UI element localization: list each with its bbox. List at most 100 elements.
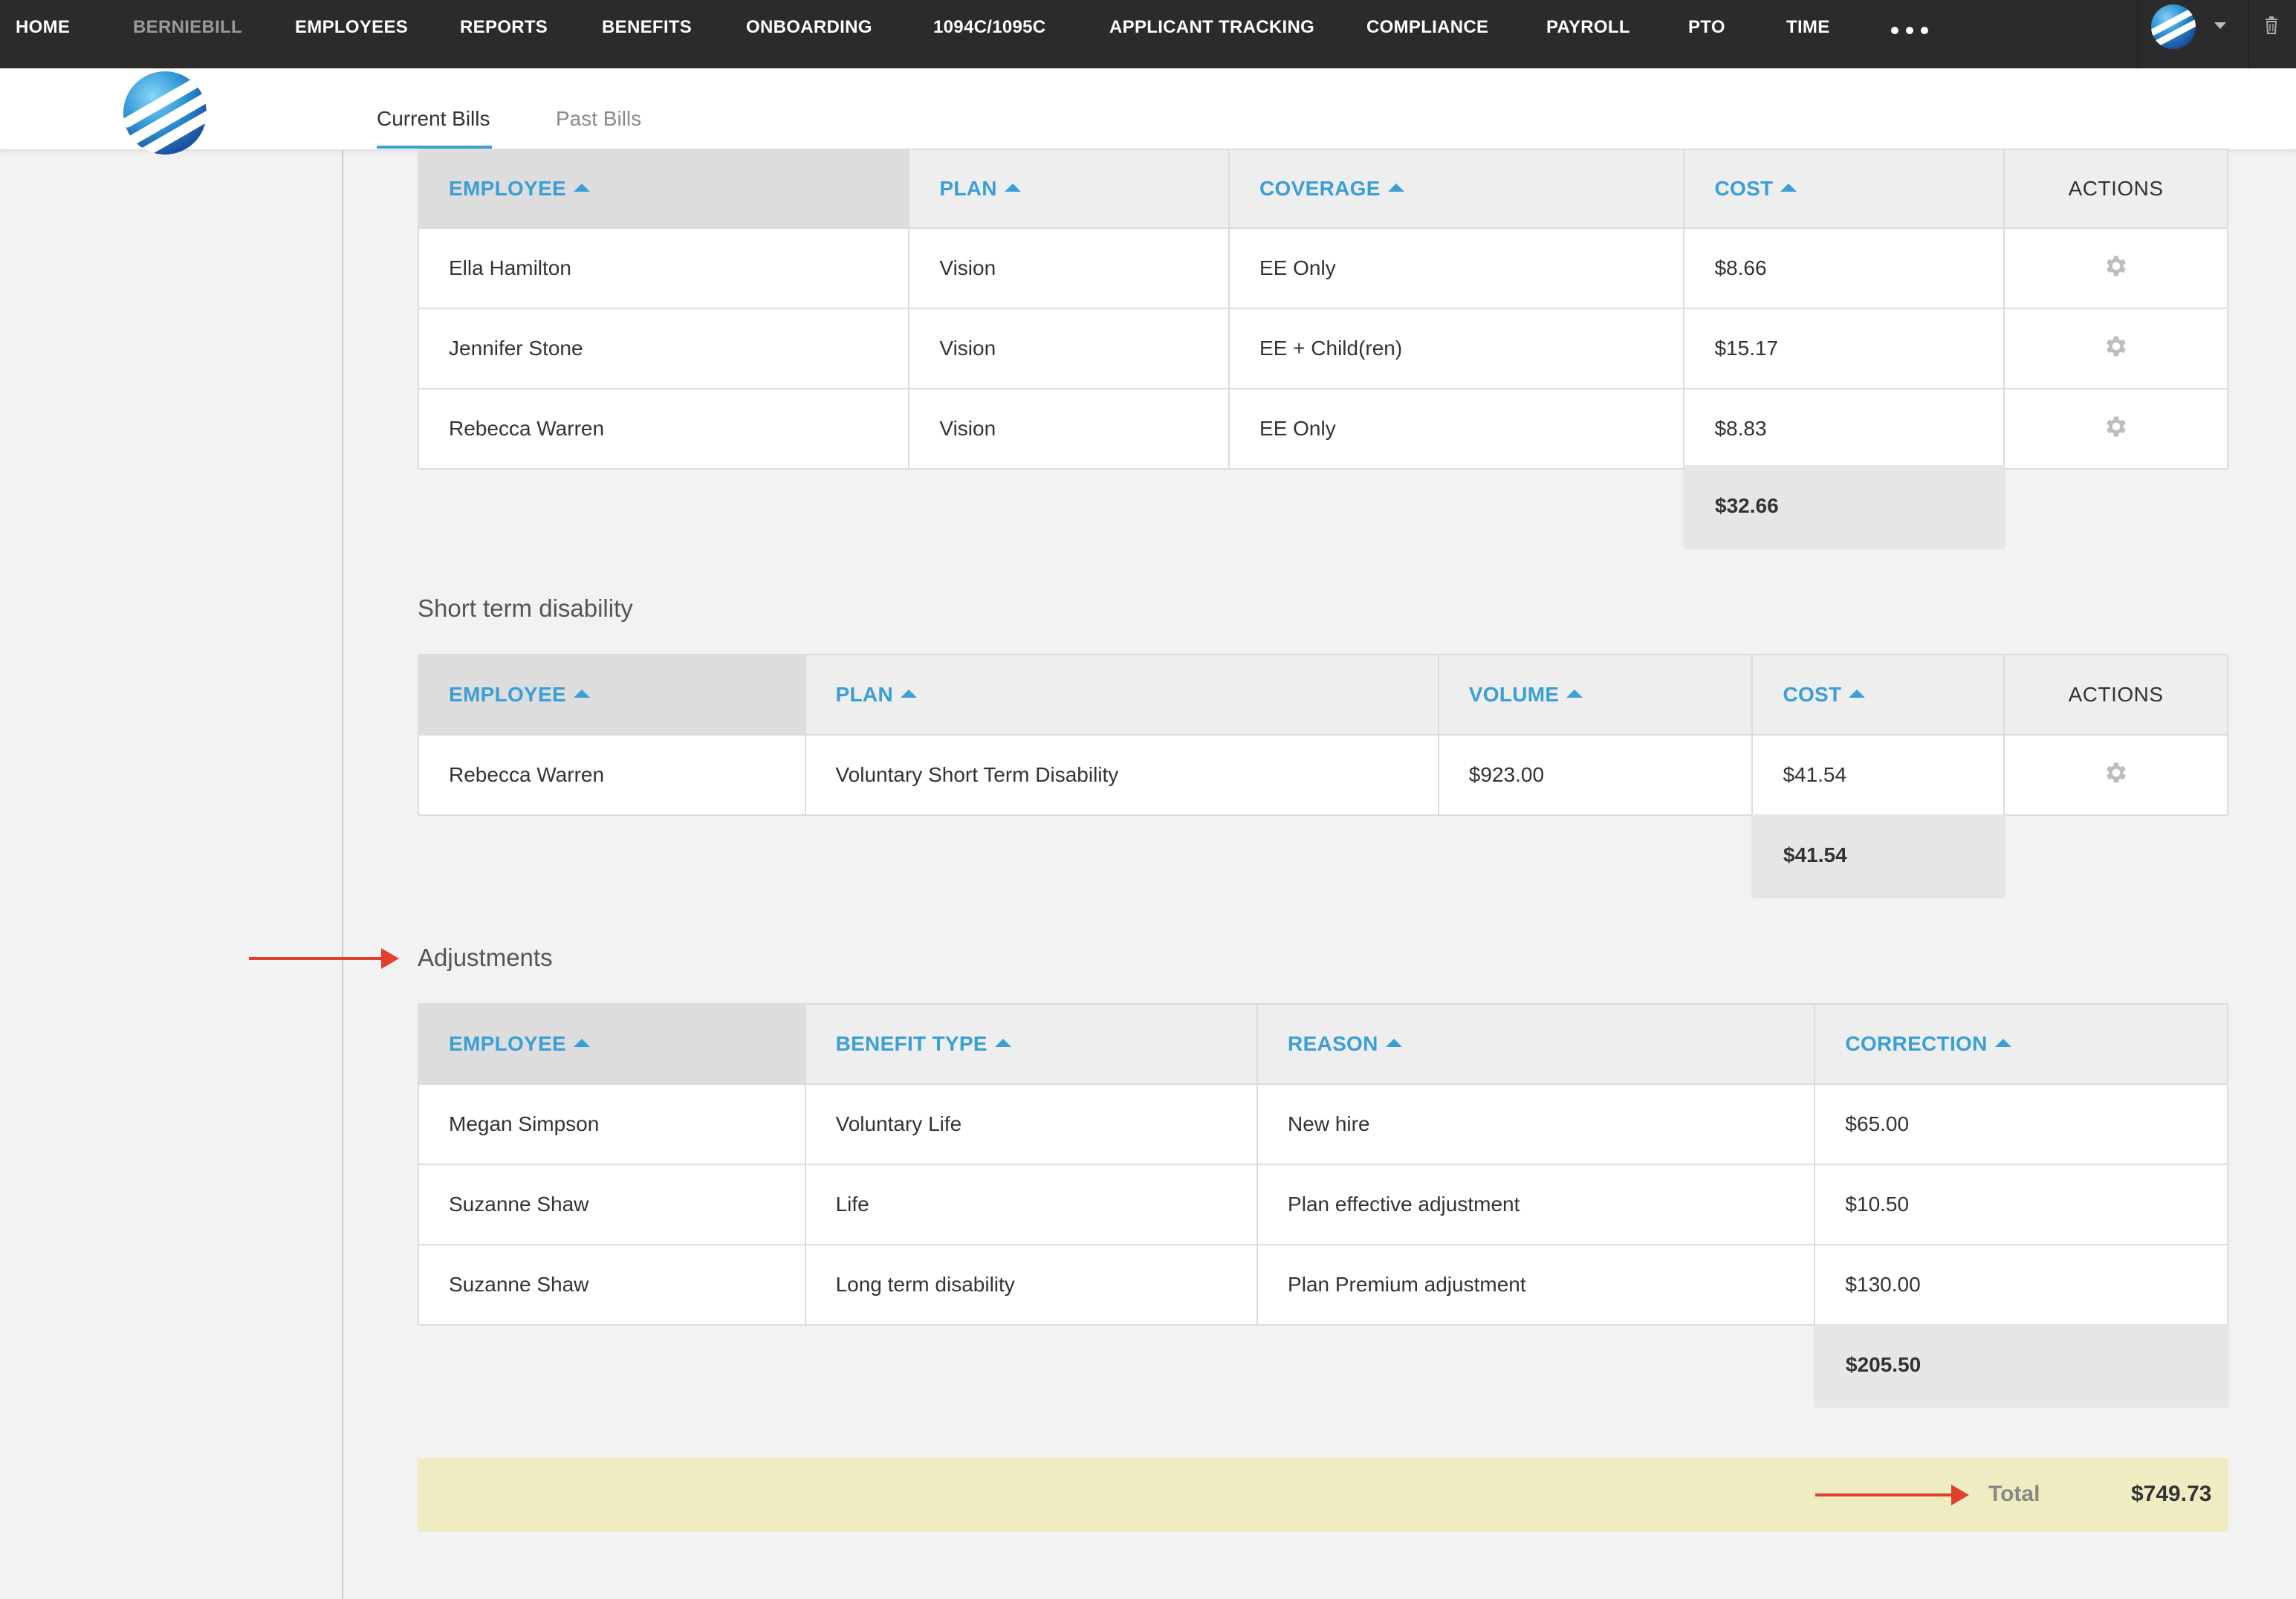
gear-icon[interactable] xyxy=(2103,333,2130,360)
table-row: Jennifer Stone Vision EE + Child(ren) $1… xyxy=(417,308,2228,389)
cell-cost: $41.54 xyxy=(1751,734,2005,816)
cell-coverage: EE + Child(ren) xyxy=(1228,308,1685,389)
nav-divider-2 xyxy=(2248,0,2249,68)
cell-cost: $8.66 xyxy=(1683,227,2005,309)
sort-asc-icon xyxy=(574,690,590,698)
cell-reason: Plan effective adjustment xyxy=(1256,1164,1816,1245)
cell-correction: $10.50 xyxy=(1814,1164,2228,1245)
total-label: Total xyxy=(1988,1482,2040,1506)
nav-onboarding[interactable]: ONBOARDING xyxy=(746,0,872,55)
top-nav: HOME BERNIEBILL EMPLOYEES REPORTS BENEFI… xyxy=(0,0,2296,68)
tab-past-bills[interactable]: Past Bills xyxy=(556,107,641,131)
total-value: $749.73 xyxy=(2131,1482,2212,1506)
cell-employee: Rebecca Warren xyxy=(417,388,910,470)
sort-asc-icon xyxy=(1387,184,1404,192)
col-header-plan[interactable]: PLAN xyxy=(908,149,1230,229)
col-header-employee[interactable]: EMPLOYEE xyxy=(418,1003,806,1085)
col-header-cost[interactable]: COST xyxy=(1751,654,2005,736)
col-header-coverage[interactable]: COVERAGE xyxy=(1228,149,1685,229)
sidebar-divider xyxy=(342,150,343,1599)
nav-home[interactable]: HOME xyxy=(16,0,70,55)
cell-employee: Suzanne Shaw xyxy=(418,1244,806,1326)
sort-asc-icon xyxy=(1566,690,1583,698)
sort-asc-icon xyxy=(1849,690,1866,698)
cell-reason: New hire xyxy=(1256,1083,1816,1165)
cell-employee: Rebecca Warren xyxy=(418,734,806,816)
cell-plan: Vision xyxy=(908,227,1230,309)
nav-pto[interactable]: PTO xyxy=(1688,0,1725,55)
sort-asc-icon xyxy=(1004,184,1021,192)
cell-employee: Ella Hamilton xyxy=(417,227,910,309)
std-subtotal: $41.54 xyxy=(1752,814,2005,896)
short-term-disability-table: EMPLOYEE PLAN VOLUME COST ACTIONS Rebecc… xyxy=(418,654,2228,816)
gear-icon[interactable] xyxy=(2103,253,2130,279)
sort-asc-icon xyxy=(574,184,590,192)
sort-asc-icon xyxy=(994,1039,1011,1048)
col-header-actions: ACTIONS xyxy=(2003,149,2228,229)
adjustments-table: EMPLOYEE BENEFIT TYPE REASON CORRECTION … xyxy=(418,1003,2228,1326)
sort-asc-icon xyxy=(900,690,917,698)
nav-1094c-1095c[interactable]: 1094C/1095C xyxy=(933,0,1045,55)
cell-correction: $130.00 xyxy=(1814,1244,2228,1326)
nav-payroll[interactable]: PAYROLL xyxy=(1546,0,1630,55)
col-header-cost[interactable]: COST xyxy=(1683,149,2005,229)
table-row: Ella Hamilton Vision EE Only $8.66 xyxy=(417,227,2228,309)
sub-header: Current Bills Past Bills xyxy=(0,68,2296,155)
cell-employee: Megan Simpson xyxy=(418,1083,806,1165)
sort-asc-icon xyxy=(1780,184,1797,192)
cell-coverage: EE Only xyxy=(1228,388,1685,470)
cell-plan: Vision xyxy=(908,388,1230,470)
table-row: Suzanne Shaw Long term disability Plan P… xyxy=(418,1244,2228,1326)
nav-applicant-tracking[interactable]: APPLICANT TRACKING xyxy=(1109,0,1314,55)
gear-icon[interactable] xyxy=(2103,413,2130,440)
cell-benefit-type: Long term disability xyxy=(804,1244,1259,1326)
nav-divider xyxy=(2137,0,2138,68)
cell-cost: $8.83 xyxy=(1683,388,2005,470)
col-header-reason[interactable]: REASON xyxy=(1256,1003,1816,1085)
sort-asc-icon xyxy=(1385,1039,1402,1048)
vision-subtotal: $32.66 xyxy=(1684,465,2005,547)
table-row: Rebecca Warren Vision EE Only $8.83 xyxy=(417,388,2228,470)
cell-employee: Suzanne Shaw xyxy=(418,1164,806,1245)
nav-compliance[interactable]: COMPLIANCE xyxy=(1366,0,1488,55)
nav-benefits[interactable]: BENEFITS xyxy=(602,0,692,55)
nav-time[interactable]: TIME xyxy=(1786,0,1830,55)
section-title-short-term-disability: Short term disability xyxy=(418,594,633,622)
col-header-actions: ACTIONS xyxy=(2003,654,2228,736)
annotation-arrow xyxy=(249,948,399,969)
cell-actions xyxy=(2003,734,2228,816)
cell-volume: $923.00 xyxy=(1437,734,1754,816)
annotation-arrow xyxy=(1815,1485,1969,1505)
section-title-adjustments: Adjustments xyxy=(418,944,553,971)
table-row: Rebecca Warren Voluntary Short Term Disa… xyxy=(418,734,2228,816)
cell-reason: Plan Premium adjustment xyxy=(1256,1244,1816,1326)
cell-benefit-type: Life xyxy=(804,1164,1259,1245)
cell-cost: $15.17 xyxy=(1683,308,2005,389)
cell-plan: Voluntary Short Term Disability xyxy=(804,734,1439,816)
table-row: Megan Simpson Voluntary Life New hire $6… xyxy=(418,1083,2228,1165)
cell-actions xyxy=(2003,388,2228,470)
nav-reports[interactable]: REPORTS xyxy=(460,0,548,55)
tab-current-bills[interactable]: Current Bills xyxy=(377,107,490,131)
nav-employees[interactable]: EMPLOYEES xyxy=(295,0,408,55)
logo-globe-icon xyxy=(123,71,207,155)
col-header-volume[interactable]: VOLUME xyxy=(1437,654,1754,736)
col-header-correction[interactable]: CORRECTION xyxy=(1814,1003,2228,1085)
col-header-plan[interactable]: PLAN xyxy=(804,654,1439,736)
cell-employee: Jennifer Stone xyxy=(417,308,910,389)
cell-correction: $65.00 xyxy=(1814,1083,2228,1165)
col-header-employee[interactable]: EMPLOYEE xyxy=(418,654,806,736)
nav-berniebill[interactable]: BERNIEBILL xyxy=(133,0,242,55)
sort-asc-icon xyxy=(574,1039,590,1048)
more-dots-icon[interactable] xyxy=(1891,18,1928,34)
caret-down-icon[interactable] xyxy=(2214,22,2226,29)
col-header-benefit-type[interactable]: BENEFIT TYPE xyxy=(804,1003,1259,1085)
cell-benefit-type: Voluntary Life xyxy=(804,1083,1259,1165)
cell-actions xyxy=(2003,227,2228,309)
trash-icon[interactable] xyxy=(2265,16,2278,34)
gear-icon[interactable] xyxy=(2103,759,2130,786)
table-row: Suzanne Shaw Life Plan effective adjustm… xyxy=(418,1164,2228,1245)
col-header-employee[interactable]: EMPLOYEE xyxy=(417,149,910,229)
sort-asc-icon xyxy=(1994,1039,2011,1048)
avatar-globe-icon[interactable] xyxy=(2151,4,2196,49)
